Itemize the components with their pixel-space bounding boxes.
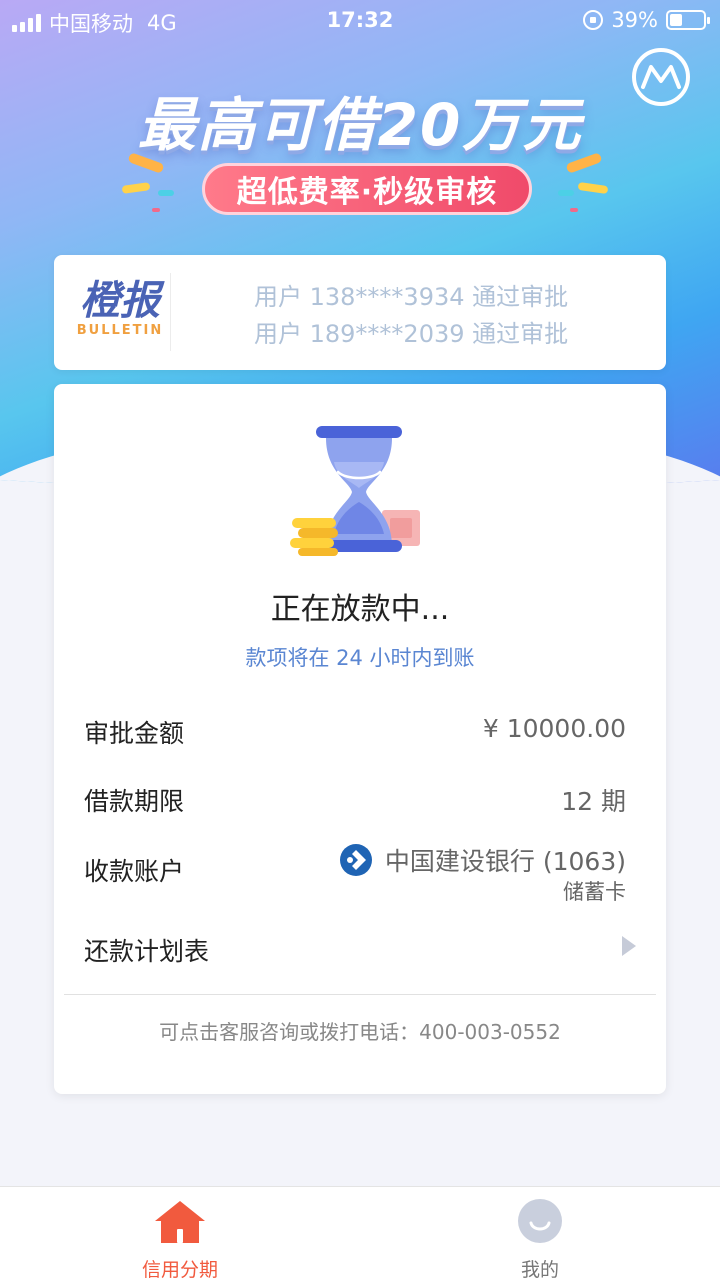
bulletin-card: 橙报 BULLETIN 用户 138****3934 通过审批 用户 189**… bbox=[54, 255, 666, 370]
amount-value: ¥ 10000.00 bbox=[482, 714, 626, 743]
bulletin-logo-cn: 橙报 bbox=[80, 278, 160, 324]
account-bank-name: 中国建设银行 (1063) bbox=[384, 847, 626, 876]
bulletin-logo-en: BULLETIN bbox=[76, 323, 164, 338]
confetti-right-icon bbox=[558, 153, 608, 212]
rotation-lock-icon bbox=[583, 10, 604, 30]
bulletin-line: 用户 138****3934 通过审批 bbox=[254, 283, 569, 311]
ccb-bank-logo-icon bbox=[339, 844, 372, 876]
bulletin-ticker: 用户 138****3934 通过审批 用户 189****2039 通过审批 bbox=[254, 279, 568, 353]
battery-icon bbox=[666, 10, 710, 30]
card-divider bbox=[64, 994, 656, 995]
term-value: 12 期 bbox=[561, 787, 626, 816]
customer-service-text[interactable]: 可点击客服咨询或拨打电话：400-003-0552 bbox=[54, 1016, 666, 1045]
loan-status-title: 正在放款中... bbox=[270, 592, 450, 627]
user-icon bbox=[518, 1199, 562, 1243]
amount-row: 审批金额 ¥ 10000.00 bbox=[84, 714, 626, 750]
amount-label: 审批金额 bbox=[84, 719, 185, 748]
account-bank: 中国建设银行 (1063) bbox=[339, 842, 626, 878]
tab-mine[interactable]: 我的 bbox=[440, 1197, 640, 1280]
confetti-left-icon bbox=[122, 153, 174, 212]
bulletin-line: 用户 189****2039 通过审批 bbox=[254, 320, 569, 348]
term-label: 借款期限 bbox=[84, 787, 185, 816]
tab-credit-installment[interactable]: 信用分期 bbox=[80, 1197, 280, 1280]
tab-mine-label: 我的 bbox=[520, 1259, 559, 1280]
battery-percent: 39% bbox=[611, 8, 658, 32]
home-icon bbox=[155, 1201, 205, 1243]
hourglass-icon bbox=[290, 426, 420, 556]
bottom-tab-bar: 信用分期 我的 bbox=[0, 1186, 720, 1280]
loan-status-subtitle: 款项将在 24 小时内到账 bbox=[245, 646, 475, 670]
tab-credit-installment-label: 信用分期 bbox=[141, 1259, 218, 1280]
banner-subtitle-pill: 超低费率·秒级审核 bbox=[202, 163, 532, 215]
repayment-plan-label: 还款计划表 bbox=[84, 937, 210, 966]
account-type: 储蓄卡 bbox=[563, 880, 626, 904]
chevron-right-icon bbox=[622, 936, 636, 956]
status-right: 39% bbox=[583, 8, 710, 32]
account-label: 收款账户 bbox=[84, 857, 185, 886]
bulletin-logo: 橙报 BULLETIN bbox=[70, 279, 170, 338]
account-row: 收款账户 中国建设银行 (1063) 储蓄卡 bbox=[84, 842, 626, 912]
bulletin-divider bbox=[170, 273, 171, 351]
loan-status-card: 正在放款中... 款项将在 24 小时内到账 审批金额 ¥ 10000.00 借… bbox=[54, 384, 666, 1094]
repayment-plan-row[interactable]: 还款计划表 bbox=[84, 932, 636, 968]
status-bar: 中国移动 4G 17:32 39% bbox=[0, 0, 720, 40]
term-row: 借款期限 12 期 bbox=[84, 782, 626, 818]
